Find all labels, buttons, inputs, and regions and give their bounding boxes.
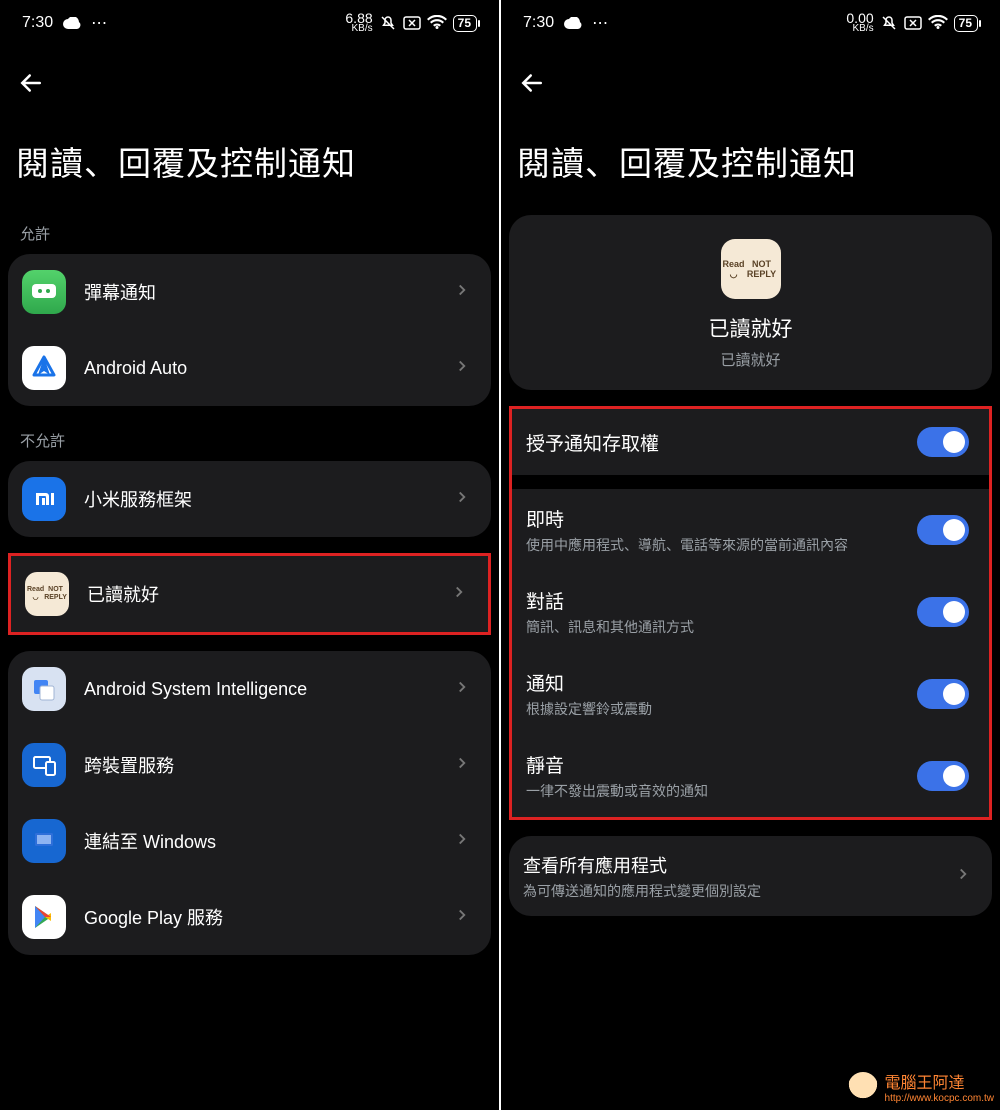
see-all-sub: 為可傳送通知的應用程式變更個別設定	[523, 882, 936, 901]
cloud-icon	[63, 17, 81, 29]
notallowed-group-2: Android System Intelligence 跨裝置服務 連結至 Wi…	[8, 651, 491, 955]
toggle-row-realtime[interactable]: 即時 使用中應用程式、導航、電話等來源的當前通訊內容	[512, 489, 989, 571]
app-label: 已讀就好	[87, 581, 432, 607]
battery-indicator: 75	[453, 15, 477, 32]
toggle-grant[interactable]	[917, 427, 969, 457]
status-bar: 7:30 ⋯ 0.00KB/s 75	[509, 0, 992, 46]
watermark: 電腦王阿達 http://www.kocpc.com.tw	[847, 1069, 994, 1104]
page-title: 閱讀、回覆及控制通知	[509, 113, 992, 215]
app-subtitle: 已讀就好	[720, 349, 780, 370]
app-row-asi[interactable]: Android System Intelligence	[8, 651, 491, 727]
mute-icon	[880, 14, 898, 32]
chevron-right-icon	[453, 754, 471, 777]
app-label: Android System Intelligence	[84, 679, 435, 700]
app-label: 小米服務框架	[84, 486, 435, 512]
toggle-conversation[interactable]	[917, 597, 969, 627]
watermark-avatar-icon	[847, 1071, 879, 1103]
sim-disabled-icon	[904, 16, 922, 30]
see-all-label: 查看所有應用程式	[523, 852, 936, 878]
chevron-right-icon	[450, 583, 468, 606]
app-hero-card: Read ◡NOT REPLY 已讀就好 已讀就好	[509, 215, 992, 390]
grant-access-row[interactable]: 授予通知存取權	[512, 409, 989, 475]
chevron-right-icon	[954, 865, 972, 888]
toggle-realtime[interactable]	[917, 515, 969, 545]
app-label: Android Auto	[84, 358, 435, 379]
toggle-sub: 使用中應用程式、導航、電話等來源的當前通訊內容	[526, 536, 899, 555]
app-row-danmu[interactable]: 彈幕通知	[8, 254, 491, 330]
app-row-readnotreply[interactable]: Read ◡NOT REPLY 已讀就好	[11, 556, 488, 632]
chevron-right-icon	[453, 830, 471, 853]
toggle-sub: 一律不發出震動或音效的通知	[526, 782, 899, 801]
toggle-label: 靜音	[526, 751, 899, 778]
back-button[interactable]	[16, 85, 46, 102]
section-notallowed-label: 不允許	[8, 422, 491, 461]
toggle-row-conversation[interactable]: 對話 簡訊、訊息和其他通訊方式	[512, 571, 989, 653]
watermark-text: 電腦王阿達	[885, 1075, 965, 1092]
link-windows-icon	[22, 819, 66, 863]
chevron-right-icon	[453, 906, 471, 929]
phone-left: 7:30 ⋯ 6.88KB/s 75 閱讀、回覆及控制通知	[0, 0, 499, 1110]
toggle-sub: 簡訊、訊息和其他通訊方式	[526, 618, 899, 637]
clock: 7:30	[22, 14, 53, 32]
highlight-permissions: 授予通知存取權 即時 使用中應用程式、導航、電話等來源的當前通訊內容 對話 簡訊…	[509, 406, 992, 820]
google-play-icon	[22, 895, 66, 939]
readnotreply-icon: Read ◡NOT REPLY	[25, 572, 69, 616]
toggle-row-mute[interactable]: 靜音 一律不發出震動或音效的通知	[512, 735, 989, 817]
toggle-label: 通知	[526, 669, 899, 696]
highlight-readnotreply: Read ◡NOT REPLY 已讀就好	[8, 553, 491, 635]
cross-device-icon	[22, 743, 66, 787]
xiaomi-icon	[22, 477, 66, 521]
readnotreply-icon: Read ◡NOT REPLY	[721, 239, 781, 299]
net-speed: 0.00KB/s	[846, 13, 873, 34]
android-auto-icon	[22, 346, 66, 390]
toggle-sub: 根據設定響鈴或震動	[526, 700, 899, 719]
see-all-apps-row[interactable]: 查看所有應用程式 為可傳送通知的應用程式變更個別設定	[509, 836, 992, 917]
app-label: 連結至 Windows	[84, 828, 435, 854]
app-label: 彈幕通知	[84, 279, 435, 305]
app-label: 跨裝置服務	[84, 752, 435, 778]
toggle-row-notification[interactable]: 通知 根據設定響鈴或震動	[512, 653, 989, 735]
toggle-mute[interactable]	[917, 761, 969, 791]
see-all-apps-card: 查看所有應用程式 為可傳送通知的應用程式變更個別設定	[509, 836, 992, 917]
clock: 7:30	[523, 14, 554, 32]
sim-disabled-icon	[403, 16, 421, 30]
app-row-gplay-services[interactable]: Google Play 服務	[8, 879, 491, 955]
chevron-right-icon	[453, 678, 471, 701]
more-icon: ⋯	[592, 13, 608, 33]
page-title: 閱讀、回覆及控制通知	[8, 113, 491, 215]
net-speed: 6.88KB/s	[345, 13, 372, 34]
toggle-notification[interactable]	[917, 679, 969, 709]
notallowed-group-1: 小米服務框架	[8, 461, 491, 537]
section-allowed-label: 允許	[8, 215, 491, 254]
asi-icon	[22, 667, 66, 711]
toggle-label: 對話	[526, 587, 899, 614]
app-row-xiaomi-framework[interactable]: 小米服務框架	[8, 461, 491, 537]
grant-access-label: 授予通知存取權	[526, 429, 899, 456]
more-icon: ⋯	[91, 13, 107, 33]
phone-right: 7:30 ⋯ 0.00KB/s 75 閱讀、回覆及控制通知	[501, 0, 1000, 1110]
battery-indicator: 75	[954, 15, 978, 32]
app-name: 已讀就好	[709, 313, 793, 343]
allowed-list: 彈幕通知 Android Auto	[8, 254, 491, 406]
chevron-right-icon	[453, 281, 471, 304]
toggle-label: 即時	[526, 505, 899, 532]
wifi-icon	[427, 15, 447, 31]
chevron-right-icon	[453, 357, 471, 380]
danmaku-icon	[22, 270, 66, 314]
status-bar: 7:30 ⋯ 6.88KB/s 75	[8, 0, 491, 46]
chevron-right-icon	[453, 488, 471, 511]
wifi-icon	[928, 15, 948, 31]
app-label: Google Play 服務	[84, 904, 435, 930]
back-button[interactable]	[517, 85, 547, 102]
app-row-cross-device[interactable]: 跨裝置服務	[8, 727, 491, 803]
app-row-android-auto[interactable]: Android Auto	[8, 330, 491, 406]
mute-icon	[379, 14, 397, 32]
app-row-link-windows[interactable]: 連結至 Windows	[8, 803, 491, 879]
watermark-url: http://www.kocpc.com.tw	[885, 1093, 994, 1104]
cloud-icon	[564, 17, 582, 29]
